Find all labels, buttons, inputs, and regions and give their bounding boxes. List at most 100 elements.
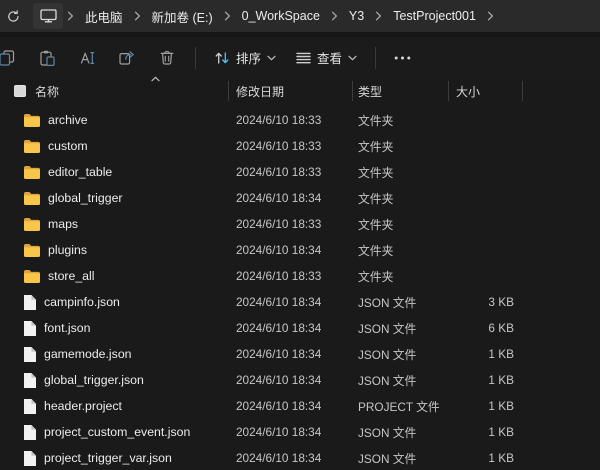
file-name: store_all: [48, 269, 94, 283]
rename-icon: [79, 51, 95, 65]
file-date-modified: 2024/6/10 18:34: [228, 295, 352, 309]
file-name: project_trigger_var.json: [44, 451, 172, 465]
file-icon: [24, 373, 36, 388]
share-button[interactable]: [107, 41, 147, 75]
column-resize-handle[interactable]: [228, 81, 229, 101]
column-header-row: 名称 修改日期 类型 大小: [0, 78, 600, 104]
select-all-checkbox[interactable]: [14, 85, 26, 97]
file-name: editor_table: [48, 165, 112, 179]
file-row-folder[interactable]: custom2024/6/10 18:33文件夹: [0, 133, 600, 159]
breadcrumb-chevron-icon[interactable]: [483, 11, 498, 21]
file-name-cell: store_all: [0, 269, 228, 283]
file-type: JSON 文件: [352, 346, 448, 363]
file-icon: [24, 347, 36, 362]
toolbar-separator: [375, 47, 376, 69]
paste-button[interactable]: [27, 41, 67, 75]
file-name-cell: maps: [0, 217, 228, 231]
file-type: 文件夹: [352, 242, 448, 259]
breadcrumb-chevron-icon[interactable]: [130, 11, 145, 21]
file-type: 文件夹: [352, 164, 448, 181]
column-resize-handle[interactable]: [448, 81, 449, 101]
column-header-name[interactable]: 名称: [0, 78, 228, 104]
chevron-down-icon: [348, 55, 357, 61]
file-row-file[interactable]: campinfo.json2024/6/10 18:34JSON 文件3 KB: [0, 289, 600, 315]
sort-icon: [214, 50, 230, 66]
breadcrumb-chevron-icon[interactable]: [220, 11, 235, 21]
file-type: 文件夹: [352, 268, 448, 285]
file-type: JSON 文件: [352, 424, 448, 441]
file-type: JSON 文件: [352, 320, 448, 337]
file-row-folder[interactable]: plugins2024/6/10 18:34文件夹: [0, 237, 600, 263]
file-name-cell: gamemode.json: [0, 347, 228, 362]
column-header-type[interactable]: 类型: [352, 78, 448, 104]
file-name: maps: [48, 217, 78, 231]
file-name: campinfo.json: [44, 295, 120, 309]
breadcrumb-chevron-icon[interactable]: [327, 11, 342, 21]
computer-icon: [40, 9, 57, 23]
delete-icon: [160, 50, 174, 65]
file-row-folder[interactable]: store_all 2024/6/10 18:33文件夹: [0, 263, 600, 289]
file-type: 文件夹: [352, 190, 448, 207]
file-row-folder[interactable]: global_trigger2024/6/10 18:34文件夹: [0, 185, 600, 211]
refresh-button[interactable]: [1, 3, 25, 29]
file-name: archive: [48, 113, 88, 127]
breadcrumb-chevron-icon[interactable]: [63, 11, 78, 21]
file-row-file[interactable]: global_trigger.json2024/6/10 18:34JSON 文…: [0, 367, 600, 393]
command-toolbar: 排序 查看: [0, 37, 600, 78]
file-name: header.project: [44, 399, 122, 413]
file-icon: [24, 295, 36, 310]
sort-button[interactable]: 排序: [204, 41, 286, 75]
breadcrumb-item[interactable]: 新加卷 (E:): [145, 2, 220, 31]
file-icon: [24, 399, 36, 414]
folder-icon: [24, 114, 40, 127]
breadcrumb-chevron-icon[interactable]: [371, 11, 386, 21]
file-icon: [24, 425, 36, 440]
file-list: archive2024/6/10 18:33文件夹custom2024/6/10…: [0, 107, 600, 470]
file-row-file[interactable]: font.json2024/6/10 18:34JSON 文件6 KB: [0, 315, 600, 341]
file-name-cell: project_custom_event.json: [0, 425, 228, 440]
breadcrumb-item[interactable]: TestProject001: [386, 4, 483, 28]
file-date-modified: 2024/6/10 18:33: [228, 165, 352, 179]
file-name: global_trigger: [48, 191, 123, 205]
file-row-file[interactable]: header.project2024/6/10 18:34PROJECT 文件1…: [0, 393, 600, 419]
chevron-down-icon: [267, 55, 276, 61]
view-button[interactable]: 查看: [286, 41, 367, 75]
share-icon: [119, 50, 135, 65]
file-date-modified: 2024/6/10 18:34: [228, 425, 352, 439]
file-row-file[interactable]: project_custom_event.json2024/6/10 18:34…: [0, 419, 600, 445]
address-bar: 此电脑新加卷 (E:) 0_WorkSpace Y3 TestProject001: [0, 0, 600, 32]
file-row-file[interactable]: project_trigger_var.json2024/6/10 18:34J…: [0, 445, 600, 470]
column-resize-handle[interactable]: [352, 81, 353, 101]
file-name-cell: project_trigger_var.json: [0, 451, 228, 466]
column-header-size-label: 大小: [456, 83, 480, 100]
sort-button-label: 排序: [236, 48, 261, 67]
column-header-type-label: 类型: [358, 83, 382, 100]
column-header-size[interactable]: 大小: [448, 78, 522, 104]
file-row-file[interactable]: gamemode.json2024/6/10 18:34JSON 文件1 KB: [0, 341, 600, 367]
file-row-folder[interactable]: maps2024/6/10 18:33文件夹: [0, 211, 600, 237]
more-options-button[interactable]: [384, 41, 420, 75]
folder-icon: [24, 244, 40, 257]
file-date-modified: 2024/6/10 18:34: [228, 373, 352, 387]
file-name: custom: [48, 139, 88, 153]
column-resize-handle[interactable]: [522, 81, 523, 101]
file-row-folder[interactable]: archive2024/6/10 18:33文件夹: [0, 107, 600, 133]
file-type: JSON 文件: [352, 294, 448, 311]
file-type: 文件夹: [352, 138, 448, 155]
delete-button[interactable]: [147, 41, 187, 75]
file-date-modified: 2024/6/10 18:33: [228, 269, 352, 283]
copy-button[interactable]: [0, 41, 27, 75]
breadcrumb-item[interactable]: 此电脑: [78, 2, 130, 31]
folder-icon: [24, 218, 40, 231]
file-size: 1 KB: [448, 425, 522, 439]
breadcrumb-item[interactable]: Y3: [342, 4, 371, 28]
file-name: font.json: [44, 321, 91, 335]
rename-button[interactable]: [67, 41, 107, 75]
file-name-cell: font.json: [0, 321, 228, 336]
this-pc-button[interactable]: [33, 3, 63, 29]
file-type: 文件夹: [352, 216, 448, 233]
file-name: gamemode.json: [44, 347, 132, 361]
file-row-folder[interactable]: editor_table 2024/6/10 18:33文件夹: [0, 159, 600, 185]
column-header-date[interactable]: 修改日期: [228, 78, 352, 104]
breadcrumb-item[interactable]: 0_WorkSpace: [235, 4, 327, 28]
